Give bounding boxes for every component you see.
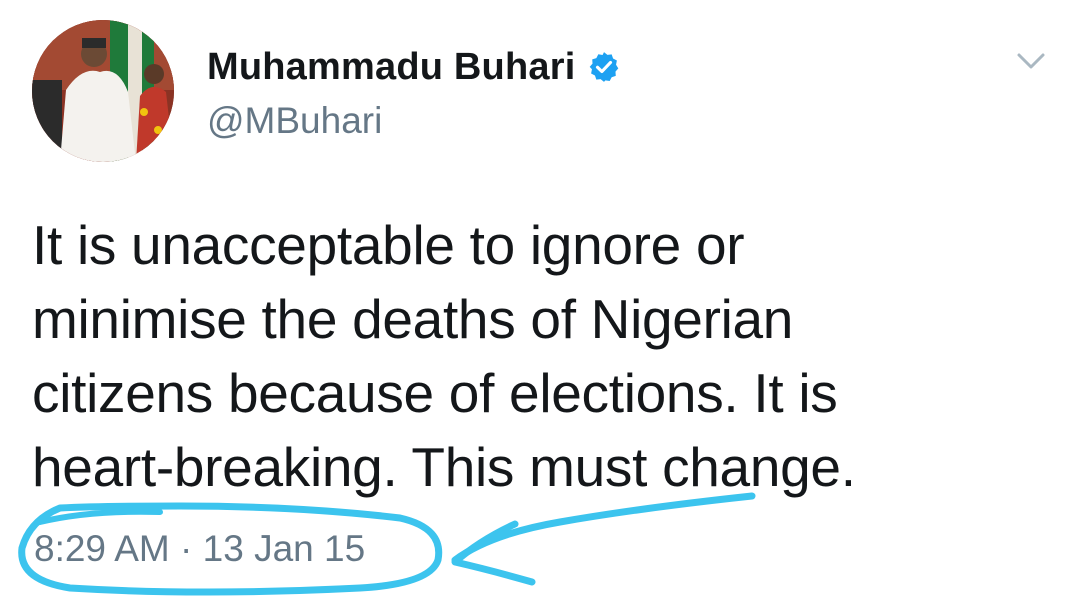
- user-handle[interactable]: @MBuhari: [207, 100, 382, 142]
- timestamp-separator: ·: [180, 528, 193, 569]
- tweet-text: It is unacceptable to ignore or minimise…: [32, 208, 1042, 504]
- tweet-text-line: heart-breaking. This must change.: [32, 436, 856, 498]
- tweet-timestamp[interactable]: 8:29 AM · 13 Jan 15: [34, 528, 365, 570]
- display-name[interactable]: Muhammadu Buhari: [207, 46, 575, 89]
- tweet-text-line: It is unacceptable to ignore or: [32, 214, 745, 276]
- tweet-text-line: minimise the deaths of Nigerian: [32, 288, 794, 350]
- tweet-time: 8:29 AM: [34, 528, 170, 569]
- avatar[interactable]: [32, 20, 174, 162]
- user-name-row: Muhammadu Buhari: [207, 42, 621, 92]
- annotation-circle-overlap: [37, 508, 163, 525]
- chevron-down-icon[interactable]: [1014, 46, 1048, 76]
- annotation-arrow-head: [451, 520, 536, 586]
- annotation-arrow-shaft: [451, 492, 756, 564]
- tweet-date: 13 Jan 15: [202, 528, 366, 569]
- tweet-text-line: citizens because of elections. It is: [32, 362, 838, 424]
- verified-badge-icon: [587, 50, 621, 84]
- tweet-card: Muhammadu Buhari @MBuhari It is unaccept…: [0, 0, 1080, 608]
